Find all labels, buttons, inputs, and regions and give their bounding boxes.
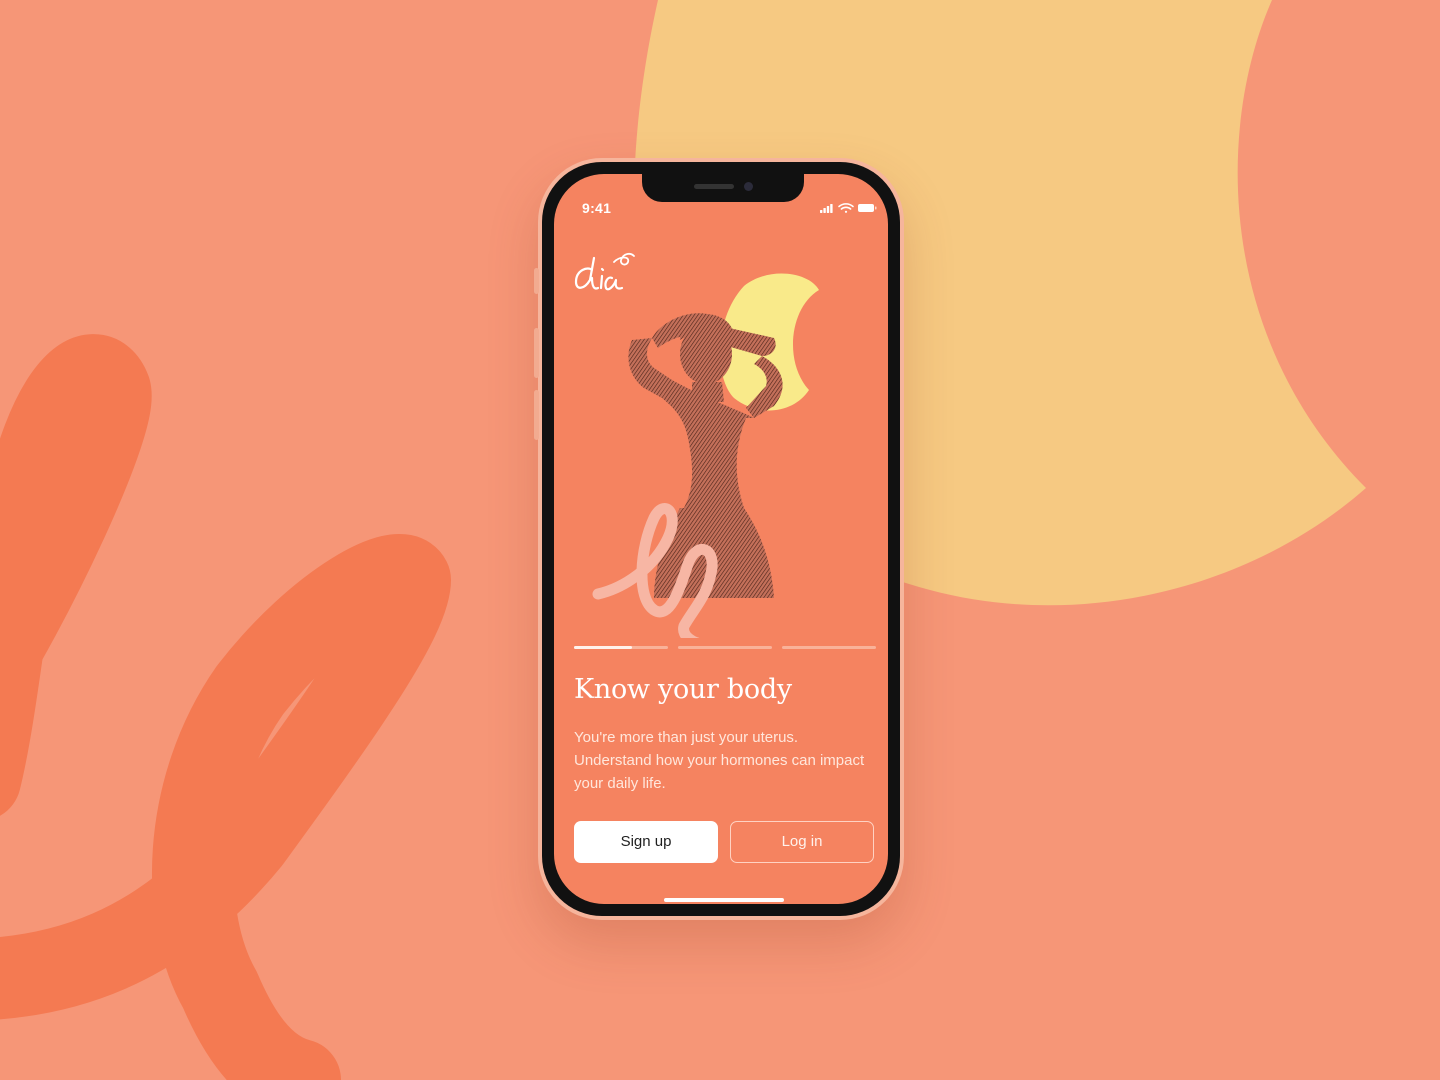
progress-step-1 — [574, 646, 668, 649]
phone-mockup: 9:41 Know your body You're more than jus… — [534, 158, 904, 920]
progress-step-1-fill — [574, 646, 633, 649]
log-in-button[interactable]: Log in — [730, 821, 874, 863]
phone-mute-switch — [534, 268, 539, 294]
phone-volume-up-button — [534, 328, 539, 378]
phone-volume-down-button — [534, 390, 539, 440]
app-screen: 9:41 Know your body You're more than jus… — [554, 174, 888, 904]
front-camera — [744, 182, 753, 191]
wifi-icon — [838, 203, 854, 213]
phone-notch — [642, 174, 804, 202]
signal-icon — [820, 204, 833, 213]
progress-step-3 — [782, 646, 876, 649]
status-bar-time: 9:41 — [582, 200, 612, 216]
phone-bezel: 9:41 Know your body You're more than jus… — [542, 162, 900, 916]
hero-illustration — [592, 273, 819, 638]
onboarding-progress — [574, 646, 876, 649]
progress-step-2 — [678, 646, 772, 649]
status-bar-icons — [820, 203, 877, 213]
sign-up-button[interactable]: Sign up — [574, 821, 718, 863]
onboarding-description: You're more than just your uterus. Under… — [574, 729, 865, 792]
background-scribble-shape — [0, 334, 451, 1080]
home-indicator[interactable] — [664, 898, 784, 902]
onboarding-title: Know your body — [574, 674, 792, 705]
battery-icon — [858, 204, 877, 212]
speaker-grille — [694, 184, 734, 189]
